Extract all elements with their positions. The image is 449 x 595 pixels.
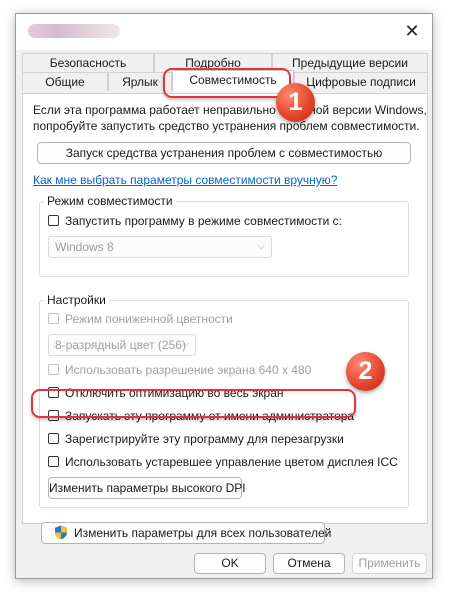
settings-label: Настройки [44,293,109,307]
chevron-down-icon: ⌵ [181,339,189,350]
highlight-compat-tab [163,68,291,98]
step-badge-2: 2 [346,352,385,391]
ok-button[interactable]: OK [194,553,266,574]
all-users-button[interactable]: Изменить параметры для всех пользователе… [41,522,331,544]
compat-mode-label: Режим совместимости [44,194,176,208]
intro-line-1: Если эта программа работает неправильно … [33,103,427,117]
checkbox-box[interactable] [48,215,59,226]
register-restart-checkbox[interactable]: Зарегистрируйте эту программу для переза… [48,431,398,448]
intro-line-2: попробуйте запустить средство устранения… [33,119,420,133]
uac-shield-icon [55,525,67,540]
tab-digital-signatures[interactable]: Цифровые подписи [294,72,428,91]
troubleshooter-button[interactable]: Запуск средства устранения проблем с сов… [37,142,411,164]
close-icon[interactable]: ✕ [400,20,424,42]
reduced-color-checkbox[interactable]: Режим пониженной цветности [48,311,398,328]
title-bar: ✕ [16,14,432,50]
compat-mode-group: Режим совместимости Запустить программу … [39,194,409,277]
highlight-run-as-admin [31,389,356,418]
tab-general[interactable]: Общие [22,72,108,91]
compatibility-panel: Если эта программа работает неправильно … [22,93,428,544]
compat-mode-checkbox[interactable]: Запустить программу в режиме совместимос… [48,213,398,230]
apply-button[interactable]: Применить [352,553,427,574]
os-version-select[interactable]: Windows 8 ⌵ [48,236,272,258]
blurred-title [28,24,120,38]
manual-settings-link[interactable]: Как мне выбрать параметры совместимости … [33,172,337,189]
high-dpi-button[interactable]: Изменить параметры высокого DPI [48,477,246,499]
step-badge-1: 1 [276,83,315,122]
tab-security[interactable]: Безопасность [22,53,154,72]
legacy-icc-checkbox[interactable]: Использовать устаревшее управление цвето… [48,454,398,471]
color-depth-select[interactable]: 8-разрядный цвет (256) ⌵ [48,334,196,356]
cancel-button[interactable]: Отмена [273,553,345,574]
chevron-down-icon: ⌵ [257,241,265,252]
tab-previous-versions[interactable]: Предыдущие версии [272,53,428,72]
